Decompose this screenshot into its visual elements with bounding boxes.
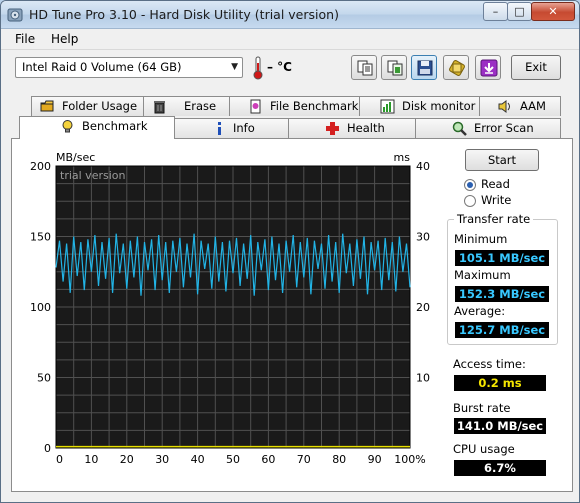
copy-screenshot-icon — [387, 60, 403, 76]
average-label: Average: — [454, 304, 506, 318]
x-tick: 50 — [226, 453, 240, 466]
maximize-button[interactable]: □ — [507, 2, 532, 21]
maximum-value: 152.3 MB/sec — [455, 286, 549, 302]
window-title: HD Tune Pro 3.10 - Hard Disk Utility (tr… — [29, 7, 339, 22]
download-button[interactable] — [475, 55, 501, 80]
burst-rate-value: 141.0 MB/sec — [454, 418, 546, 434]
access-time-label: Access time: — [453, 357, 526, 371]
menu-file[interactable]: File — [15, 32, 35, 46]
speaker-icon — [498, 100, 510, 113]
app-window: HD Tune Pro 3.10 - Hard Disk Utility (tr… — [0, 0, 580, 503]
x-tick: 80 — [332, 453, 346, 466]
maximum-label: Maximum — [454, 268, 511, 282]
access-time-value: 0.2 ms — [454, 375, 546, 391]
x-tick: 40 — [191, 453, 205, 466]
tab-disk-monitor[interactable]: Disk monitor — [359, 96, 480, 116]
read-label: Read — [481, 177, 510, 191]
options-button[interactable] — [443, 55, 469, 80]
cpu-usage-label: CPU usage — [453, 442, 515, 456]
average-value: 125.7 MB/sec — [455, 322, 549, 338]
transfer-rate-group: Transfer rate Minimum 105.1 MB/sec Maxim… — [447, 212, 558, 345]
y-axis-right-unit: ms — [394, 151, 411, 164]
burst-rate-label: Burst rate — [453, 401, 511, 415]
read-radio[interactable] — [464, 179, 476, 191]
y-axis-left-unit: MB/sec — [56, 151, 95, 164]
tab-folder-usage[interactable]: Folder Usage — [31, 96, 144, 116]
menu-help[interactable]: Help — [51, 32, 78, 46]
title-bar[interactable]: HD Tune Pro 3.10 - Hard Disk Utility (tr… — [1, 1, 579, 29]
y-tick-left: 50 — [37, 372, 51, 385]
y-tick-right: 10 — [416, 372, 430, 385]
y-tick-left: 100 — [30, 301, 51, 314]
tab-label: File Benchmark — [270, 99, 359, 113]
app-disk-icon — [7, 8, 23, 22]
tab-label: Health — [347, 121, 385, 135]
minimize-button[interactable]: – — [483, 2, 508, 21]
file-benchmark-icon — [250, 99, 261, 114]
tab-aam[interactable]: AAM — [479, 96, 561, 116]
y-tick-right: 30 — [416, 231, 430, 244]
close-button[interactable]: ✕ — [531, 2, 575, 21]
x-tick: 30 — [155, 453, 169, 466]
y-tick-left: 200 — [30, 160, 51, 173]
y-tick-left: 0 — [44, 442, 51, 455]
tab-label: AAM — [520, 99, 546, 113]
benchmark-chart: trial versionMB/sec ms0501001502001020304… — [30, 151, 430, 466]
save-button[interactable] — [411, 55, 437, 80]
tab-erase[interactable]: Erase — [143, 96, 230, 116]
y-tick-left: 150 — [30, 231, 51, 244]
tab-label: Erase — [184, 99, 217, 113]
x-tick: 60 — [261, 453, 275, 466]
benchmark-panel: trial version MB/sec ms 0 50 100 150 200 10 20 30 4… — [11, 138, 573, 492]
dropdown-arrow-icon[interactable]: ▼ — [231, 58, 238, 77]
magnifier-icon — [452, 121, 467, 136]
write-radio[interactable] — [464, 195, 476, 207]
tab-benchmark[interactable]: Benchmark — [19, 116, 175, 139]
tab-label: Folder Usage — [62, 99, 138, 113]
health-cross-icon — [326, 122, 339, 135]
x-tick: 100% — [394, 453, 425, 466]
start-button[interactable]: Start — [465, 149, 539, 171]
menu-bar: File Help — [1, 29, 579, 50]
tab-label: Disk monitor — [402, 99, 476, 113]
disk-monitor-icon — [380, 99, 395, 114]
copy-screenshot-button[interactable] — [381, 55, 407, 80]
drive-select[interactable]: Intel Raid 0 Volume (64 GB) ▼ — [15, 57, 243, 78]
x-tick: 20 — [120, 453, 134, 466]
minimum-label: Minimum — [454, 232, 508, 246]
cpu-usage-value: 6.7% — [454, 460, 546, 476]
trial-watermark: trial version — [60, 169, 126, 182]
options-icon — [449, 60, 465, 76]
lightbulb-icon — [62, 120, 73, 133]
x-tick: 90 — [368, 453, 382, 466]
tab-health[interactable]: Health — [288, 118, 416, 138]
temperature-readout: – °C — [267, 60, 292, 74]
y-tick-right: 40 — [416, 160, 430, 173]
y-tick-right: 20 — [416, 301, 430, 314]
thermometer-icon — [253, 56, 263, 80]
copy-text-icon — [357, 60, 373, 76]
copy-text-button[interactable] — [351, 55, 377, 80]
minimum-value: 105.1 MB/sec — [455, 250, 549, 266]
save-icon — [417, 60, 433, 76]
tab-error-scan[interactable]: Error Scan — [415, 118, 561, 138]
tab-info[interactable]: Info — [174, 118, 289, 138]
tab-file-benchmark[interactable]: File Benchmark — [229, 96, 360, 116]
x-tick: 10 — [84, 453, 98, 466]
info-icon — [218, 122, 221, 135]
drive-select-value: Intel Raid 0 Volume (64 GB) — [22, 60, 182, 74]
trash-icon — [154, 101, 165, 114]
transfer-rate-title: Transfer rate — [454, 212, 534, 226]
exit-button[interactable]: Exit — [511, 55, 561, 80]
tab-label: Benchmark — [82, 119, 148, 133]
write-label: Write — [481, 193, 512, 207]
download-icon — [480, 59, 498, 77]
folder-icon — [40, 100, 54, 112]
x-tick: 0 — [56, 453, 63, 466]
tab-label: Info — [233, 121, 255, 135]
x-tick: 70 — [297, 453, 311, 466]
tab-label: Error Scan — [474, 121, 534, 135]
